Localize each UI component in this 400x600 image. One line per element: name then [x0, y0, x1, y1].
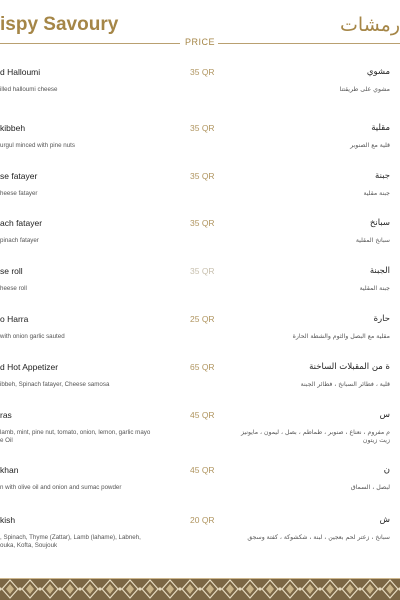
item-name-ar: ن	[383, 465, 390, 475]
item-name-ar: سبانخ	[369, 218, 390, 228]
item-name-en: kish	[0, 515, 16, 525]
item-desc-en: ibbeh, Spinach fatayer, Cheese samosa	[0, 381, 110, 388]
item-desc-ar: قلية مع الصنوبر	[350, 142, 390, 149]
item-price: 65 QR	[190, 362, 215, 372]
item-name-ar: حارة	[373, 314, 390, 324]
item-price: 35 QR	[190, 218, 215, 228]
item-name-en: se roll	[0, 266, 23, 276]
item-desc-ar: م مفروم ، نعناع ، صنوبر ، طماطم ، بصل ، …	[240, 429, 390, 444]
item-price: 35 QR	[190, 266, 215, 276]
item-desc-en: with onion garlic sauted	[0, 333, 65, 340]
item-name-ar: الجبنة	[369, 266, 390, 276]
item-desc-ar: مشوي على طريقتنا	[339, 86, 390, 93]
item-price: 20 QR	[190, 515, 215, 525]
item-desc-ar: جبنة مقلية	[363, 190, 390, 197]
item-name-ar: مشوي	[366, 67, 390, 77]
item-price: 45 QR	[190, 465, 215, 475]
header-rule-left	[0, 43, 180, 44]
item-desc-en: urgul minced with pine nuts	[0, 142, 75, 149]
item-name-en: o Harra	[0, 314, 29, 324]
item-name-en: ach fatayer	[0, 218, 43, 228]
item-price: 45 QR	[190, 410, 215, 420]
footer-pattern-band	[0, 578, 400, 600]
item-price: 35 QR	[190, 123, 215, 133]
item-name-en: d Halloumi	[0, 67, 41, 77]
item-price: 35 QR	[190, 171, 215, 181]
item-name-ar: س	[379, 410, 390, 420]
item-name-en: ras	[0, 410, 12, 420]
item-desc-en: pinach fatayer	[0, 237, 39, 244]
item-name-ar: ة من المقبلات الساخنة	[309, 362, 390, 372]
item-desc-ar: لبصل ، السماق	[350, 484, 390, 491]
item-name-en: khan	[0, 465, 19, 475]
menu-title-ar: رمشات	[340, 14, 400, 36]
price-column-header: PRICE	[185, 37, 216, 47]
menu-title-en: ispy Savoury	[0, 14, 119, 35]
item-name-ar: مقلية	[371, 123, 390, 133]
item-desc-ar: سبانخ ، زعتر لحم بعجين ، لبنة ، شكشوكة ،…	[247, 534, 390, 541]
item-desc-en: heese fatayer	[0, 190, 38, 197]
footer-pattern-graphic	[0, 578, 400, 600]
item-name-en: kibbeh	[0, 123, 26, 133]
item-desc-en: n with olive oil and onion and sumac pow…	[0, 484, 122, 491]
item-desc-ar: مقلية مع البصل والثوم والشطة الحارة	[292, 333, 390, 340]
item-desc-en: lamb, mint, pine nut, tomato, onion, lem…	[0, 429, 151, 444]
item-name-ar: ش	[379, 515, 390, 525]
item-desc-ar: جبنة المقلية	[359, 285, 390, 292]
item-name-en: se fatayer	[0, 171, 38, 181]
item-desc-ar: سبانخ المقلية	[355, 237, 390, 244]
item-name-en: d Hot Appetizer	[0, 362, 59, 372]
header-rule-right	[218, 43, 400, 44]
item-desc-ar: قلية ، فطائر السبانخ ، فطائر الجبنة	[300, 381, 390, 388]
item-desc-en: , Spinach, Thyme (Zattar), Lamb (lahame)…	[0, 534, 141, 549]
item-price: 35 QR	[190, 67, 215, 77]
item-desc-en: heese roll	[0, 285, 27, 292]
item-price: 25 QR	[190, 314, 215, 324]
item-desc-en: illed halloumi cheese	[0, 86, 58, 93]
item-name-ar: جبنة	[375, 171, 390, 181]
